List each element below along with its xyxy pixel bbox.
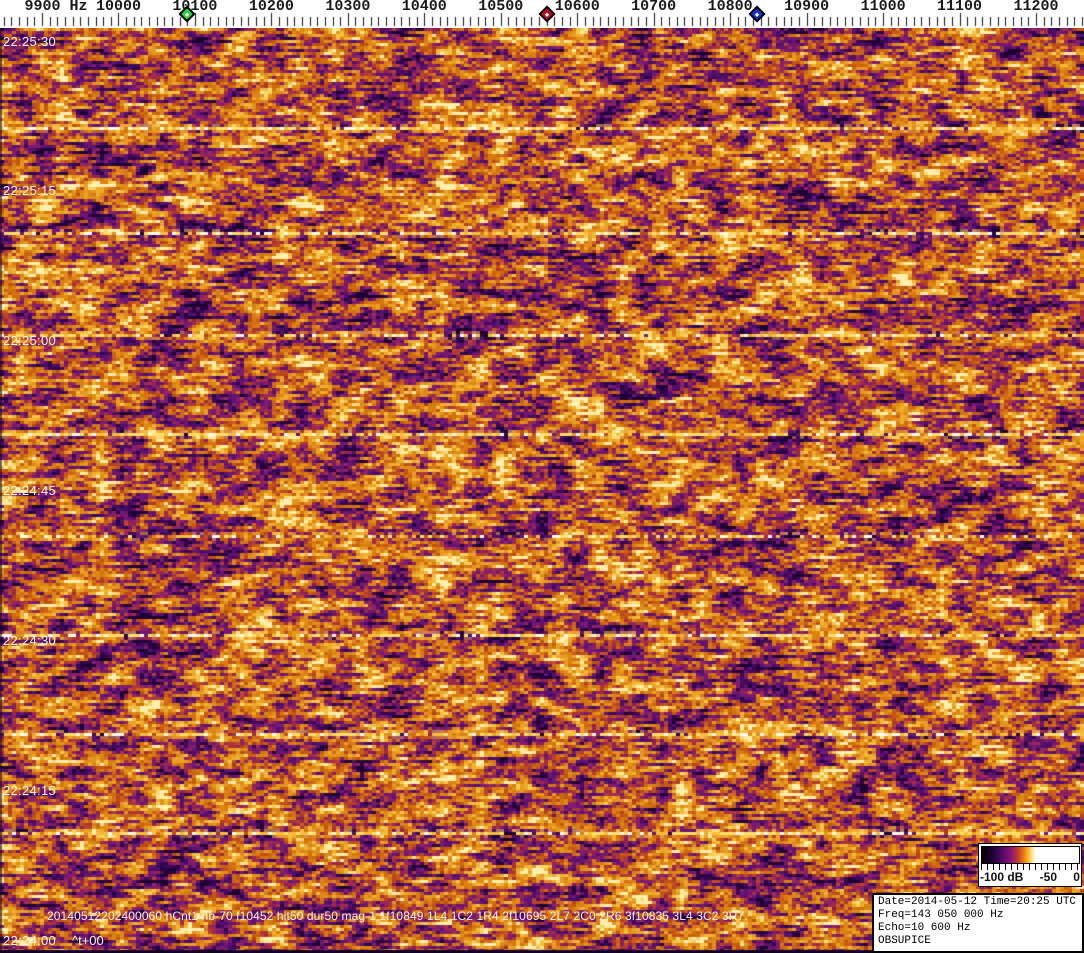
freq-label-10200: 10200 [248,0,294,15]
freq-label-11100: 11100 [937,0,983,15]
colorbar-label-max: 0 [1073,870,1080,884]
freq-label-11000: 11000 [860,0,906,15]
time-label: 22:25:30 [3,34,57,49]
colorbar: -100 dB -50 0 [978,843,1082,887]
freq-label-11200: 11200 [1013,0,1059,15]
freq-label-10900: 10900 [784,0,830,15]
colorbar-gradient [981,846,1080,864]
freq-label-10700: 10700 [631,0,677,15]
colorbar-label-mid: -50 [1039,870,1057,884]
freq-label-10000: 10000 [95,0,141,15]
info-echo-frequency: Echo=10 600 Hz [878,922,971,934]
freq-label-10600: 10600 [554,0,600,15]
spectrogram-waterfall[interactable] [0,28,1084,953]
info-date-time: Date=2014-05-12 Time=20:25 UTC [878,896,1077,908]
time-label: 22:25:15 [3,183,57,198]
info-rx-frequency: Freq=143 050 000 Hz [878,909,1004,921]
spectrogram-app-window: 9900 Hz 10000 10100 10200 10300 10400 10500 106… [0,0,1084,953]
time-label: 22:24:30 [3,633,57,648]
colorbar-label-min: -100 dB [980,870,1024,884]
time-label: 22:24:15 [3,783,57,798]
time-label: 22:25:00 [3,333,57,348]
info-box: Date=2014-05-12 Time=20:25 UTC Freq=143 … [872,893,1084,953]
freq-label-10300: 10300 [325,0,371,15]
time-label: 22:24:45 [3,483,57,498]
frequency-ruler[interactable]: 9900 Hz 10000 10100 10200 10300 10400 10500 106… [0,0,1084,28]
marker-center-dot [544,11,549,17]
freq-label-10400: 10400 [401,0,447,15]
freq-label-10800: 10800 [707,0,753,15]
info-station-name: OBSUPICE [878,935,931,947]
cursor-time-offset: ^t+00 [72,933,104,948]
colorbar-labels: -100 dB -50 0 [980,870,1080,884]
time-label: 22:24:00 [3,933,57,948]
detection-log-text: 20140512202400060 hCnt1 nb-70 f10452 hit… [47,909,748,923]
marker-center-dot [185,11,190,17]
marker-center-dot [754,11,760,17]
freq-label-10500: 10500 [478,0,524,15]
freq-label-9900: 9900 Hz [24,0,88,15]
